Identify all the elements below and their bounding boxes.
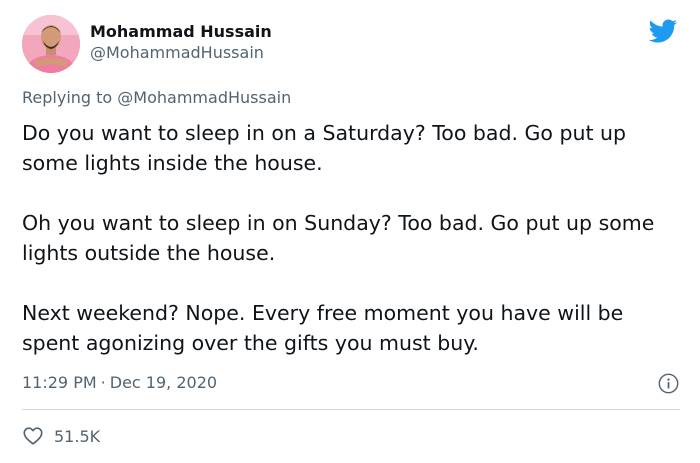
heart-icon [23, 427, 43, 445]
tweet-date[interactable]: Dec 19, 2020 [110, 373, 217, 392]
tweet-header: Mohammad Hussain @MohammadHussain [22, 15, 682, 77]
avatar[interactable] [22, 15, 80, 73]
author-handle[interactable]: @MohammadHussain [90, 43, 272, 63]
tweet-paragraph: Do you want to sleep in on a Saturday? T… [22, 121, 627, 175]
like-count: 51.5K [54, 427, 101, 446]
info-icon[interactable] [658, 373, 679, 394]
meta-separator: · [100, 373, 106, 392]
twitter-bird-icon[interactable] [646, 16, 679, 46]
like-button[interactable]: 51.5K [22, 425, 100, 449]
avatar-image [22, 15, 80, 73]
tweet-time[interactable]: 11:29 PM [22, 373, 97, 392]
author-block: Mohammad Hussain @MohammadHussain [90, 22, 272, 63]
author-name[interactable]: Mohammad Hussain [90, 22, 272, 42]
tweet-paragraph: Next weekend? Nope. Every free moment yo… [22, 301, 624, 355]
tweet-text: Do you want to sleep in on a Saturday? T… [22, 118, 682, 358]
tweet-card: Mohammad Hussain @MohammadHussain Replyi… [0, 0, 700, 463]
divider [22, 409, 680, 410]
reply-context: Replying to @MohammadHussain [22, 88, 291, 108]
tweet-timestamp: 11:29 PM · Dec 19, 2020 [22, 372, 682, 394]
reply-prefix: Replying to [22, 88, 118, 107]
reply-handle-link[interactable]: @MohammadHussain [117, 88, 291, 107]
tweet-paragraph: Oh you want to sleep in on Sunday? Too b… [22, 211, 655, 265]
